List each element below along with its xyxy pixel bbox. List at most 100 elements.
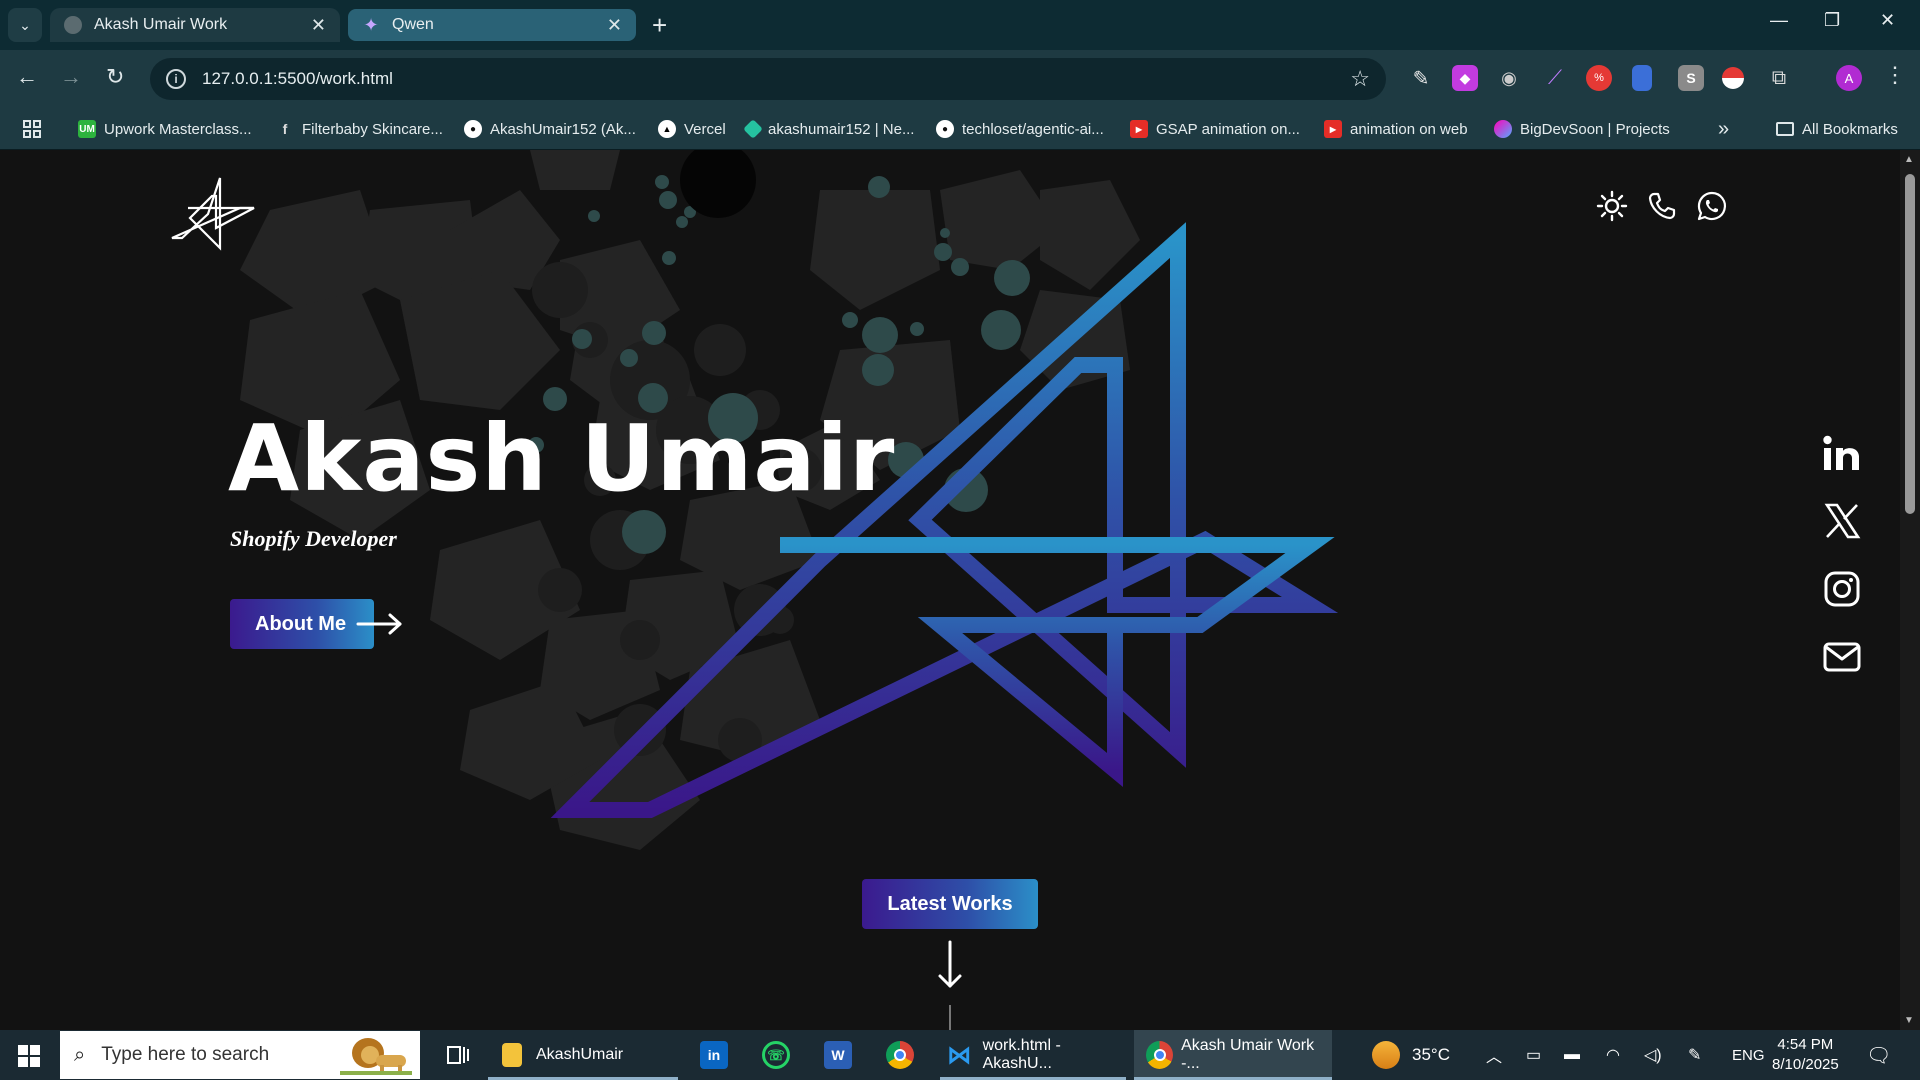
bookmark-netlify[interactable]: akashumair152 | Ne... (743, 108, 914, 150)
email-icon[interactable] (1822, 638, 1862, 676)
taskbar-word[interactable]: W (824, 1030, 852, 1080)
apps-grid-icon[interactable] (22, 108, 42, 150)
wifi-icon[interactable]: ◠ (1606, 1030, 1620, 1080)
page-scrollbar[interactable]: ▲ ▼ (1900, 150, 1920, 1030)
vscode-icon: ⋈ (947, 1041, 972, 1069)
weather-temperature: 35°C (1412, 1045, 1450, 1064)
site-logo-icon[interactable] (170, 174, 260, 258)
site-info-icon[interactable]: i (166, 69, 186, 89)
bookmark-filterbaby[interactable]: f Filterbaby Skincare... (276, 108, 443, 150)
all-bookmarks-label: All Bookmarks (1802, 120, 1898, 138)
docs-extension-icon[interactable] (1632, 65, 1652, 91)
bookmark-bigdevsoon[interactable]: BigDevSoon | Projects (1494, 108, 1670, 150)
arrow-down-icon[interactable] (935, 940, 965, 990)
bookmark-gsap[interactable]: ▶ GSAP animation on... (1130, 108, 1300, 150)
taskbar-vscode[interactable]: ⋈ work.html - AkashU... (940, 1030, 1126, 1080)
task-view-icon[interactable] (446, 1030, 470, 1080)
tab-search-button[interactable]: ⌄ (8, 8, 42, 42)
phone-icon[interactable] (1646, 190, 1678, 222)
reload-icon[interactable]: ↻ (106, 64, 124, 90)
lion-search-highlight-icon (340, 1038, 412, 1075)
latest-works-button[interactable]: Latest Works (862, 879, 1038, 929)
search-icon: ⌕ (74, 1043, 86, 1066)
feather-extension-icon[interactable]: ⟋ (1542, 65, 1568, 91)
search-placeholder: Type here to search (101, 1044, 270, 1065)
language-indicator[interactable]: ENG (1732, 1030, 1765, 1080)
tab-akash-umair-work[interactable]: Akash Umair Work ✕ (50, 8, 340, 42)
bookmark-github-techloset[interactable]: ● techloset/agentic-ai... (936, 108, 1104, 150)
linkedin-icon[interactable] (1822, 434, 1862, 472)
clock-time: 4:54 PM (1777, 1036, 1834, 1053)
profile-avatar[interactable]: A (1836, 65, 1862, 91)
taskbar-whatsapp[interactable]: ☏ (762, 1030, 790, 1080)
tab-qwen[interactable]: ✦ Qwen ✕ (348, 9, 636, 41)
pokeball-extension-icon[interactable] (1722, 67, 1744, 89)
s-extension-icon[interactable]: S (1678, 65, 1704, 91)
taskbar-file-explorer[interactable]: AkashUmair (488, 1030, 678, 1080)
page-viewport: Akash Umair Shopify Developer About Me L (0, 150, 1900, 1030)
weather-widget[interactable]: 35°C (1372, 1030, 1450, 1080)
menu-kebab-icon[interactable]: ⋮ (1884, 62, 1906, 88)
header-actions (1596, 190, 1728, 222)
bigdevsoon-icon (1494, 120, 1512, 138)
chrome-icon (886, 1041, 914, 1069)
all-bookmarks-button[interactable]: All Bookmarks (1776, 108, 1898, 150)
restore-icon[interactable]: ❐ (1824, 10, 1840, 31)
bookmark-vercel[interactable]: ▲ Vercel (658, 108, 726, 150)
tray-chevron-up-icon[interactable]: ︿ (1486, 1030, 1502, 1080)
red-extension-icon[interactable]: % (1586, 65, 1612, 91)
whatsapp-icon: ☏ (762, 1041, 790, 1069)
close-icon[interactable]: ✕ (311, 15, 326, 36)
arrow-right-icon[interactable] (356, 612, 404, 636)
eyedropper-extension-icon[interactable]: ✎ (1408, 65, 1434, 91)
meet-now-icon[interactable]: ▭ (1526, 1030, 1541, 1080)
filterbaby-icon: f (282, 121, 288, 137)
sun-theme-toggle-icon[interactable] (1596, 190, 1628, 222)
taskbar-linkedin[interactable]: in (700, 1030, 728, 1080)
volume-icon[interactable]: ◁) (1644, 1030, 1662, 1080)
more-bookmarks-chevron-icon[interactable]: » (1718, 108, 1729, 150)
back-icon[interactable]: ← (16, 64, 38, 90)
whatsapp-icon[interactable] (1696, 190, 1728, 222)
notifications-icon[interactable]: 🗨 (1866, 1030, 1891, 1080)
browser-toolbar: ← → ↻ i 127.0.0.1:5500/work.html ☆ ✎ ◆ ◉… (0, 50, 1920, 108)
netlify-icon (743, 119, 763, 139)
tab-title: Qwen (392, 16, 434, 33)
windows-start-icon[interactable] (18, 1045, 40, 1067)
pink-extension-icon[interactable]: ◆ (1452, 65, 1478, 91)
forward-icon[interactable]: → (60, 64, 82, 90)
scroll-indicator-line (949, 1005, 951, 1030)
bookmark-upwork[interactable]: UM Upwork Masterclass... (78, 108, 252, 150)
camera-extension-icon[interactable]: ◉ (1496, 65, 1522, 91)
url-text[interactable]: 127.0.0.1:5500/work.html (202, 69, 1350, 89)
minimize-icon[interactable]: — (1770, 10, 1788, 31)
close-icon[interactable]: ✕ (607, 15, 622, 36)
bookmark-label: Vercel (684, 120, 726, 138)
battery-icon[interactable]: ▬ (1564, 1030, 1580, 1080)
bookmark-animation-web[interactable]: ▶ animation on web (1324, 108, 1468, 150)
instagram-icon[interactable] (1822, 570, 1862, 608)
system-clock[interactable]: 4:54 PM 8/10/2025 (1772, 1035, 1839, 1075)
bookmark-star-icon[interactable]: ☆ (1350, 66, 1370, 92)
new-tab-button[interactable]: + (652, 10, 667, 40)
scrollbar-thumb[interactable] (1905, 174, 1915, 514)
about-me-button[interactable]: About Me (230, 599, 374, 649)
scroll-down-icon[interactable]: ▼ (1904, 1015, 1914, 1026)
bookmark-label: Upwork Masterclass... (104, 120, 252, 138)
star-logo-graphic (550, 222, 1339, 818)
scroll-up-icon[interactable]: ▲ (1904, 154, 1914, 165)
clock-date: 8/10/2025 (1772, 1056, 1839, 1073)
window-close-icon[interactable]: ✕ (1880, 10, 1895, 31)
pen-icon[interactable]: ✎ (1688, 1030, 1701, 1080)
tab-title: Akash Umair Work (94, 16, 228, 33)
taskbar-search-box[interactable]: ⌕ Type here to search (60, 1031, 420, 1079)
bookmark-github-akash[interactable]: ● AkashUmair152 (Ak... (464, 108, 636, 150)
puzzle-extensions-icon[interactable]: ⧉ (1766, 65, 1792, 91)
folder-icon (1776, 122, 1794, 136)
address-bar[interactable]: i 127.0.0.1:5500/work.html ☆ (150, 58, 1386, 100)
taskbar-chrome-active[interactable]: Akash Umair Work -... (1134, 1030, 1332, 1080)
youtube-icon: ▶ (1324, 120, 1342, 138)
x-twitter-icon[interactable] (1822, 502, 1862, 540)
taskbar-chrome[interactable] (886, 1030, 914, 1080)
bookmarks-bar: UM Upwork Masterclass... f Filterbaby Sk… (0, 108, 1920, 150)
